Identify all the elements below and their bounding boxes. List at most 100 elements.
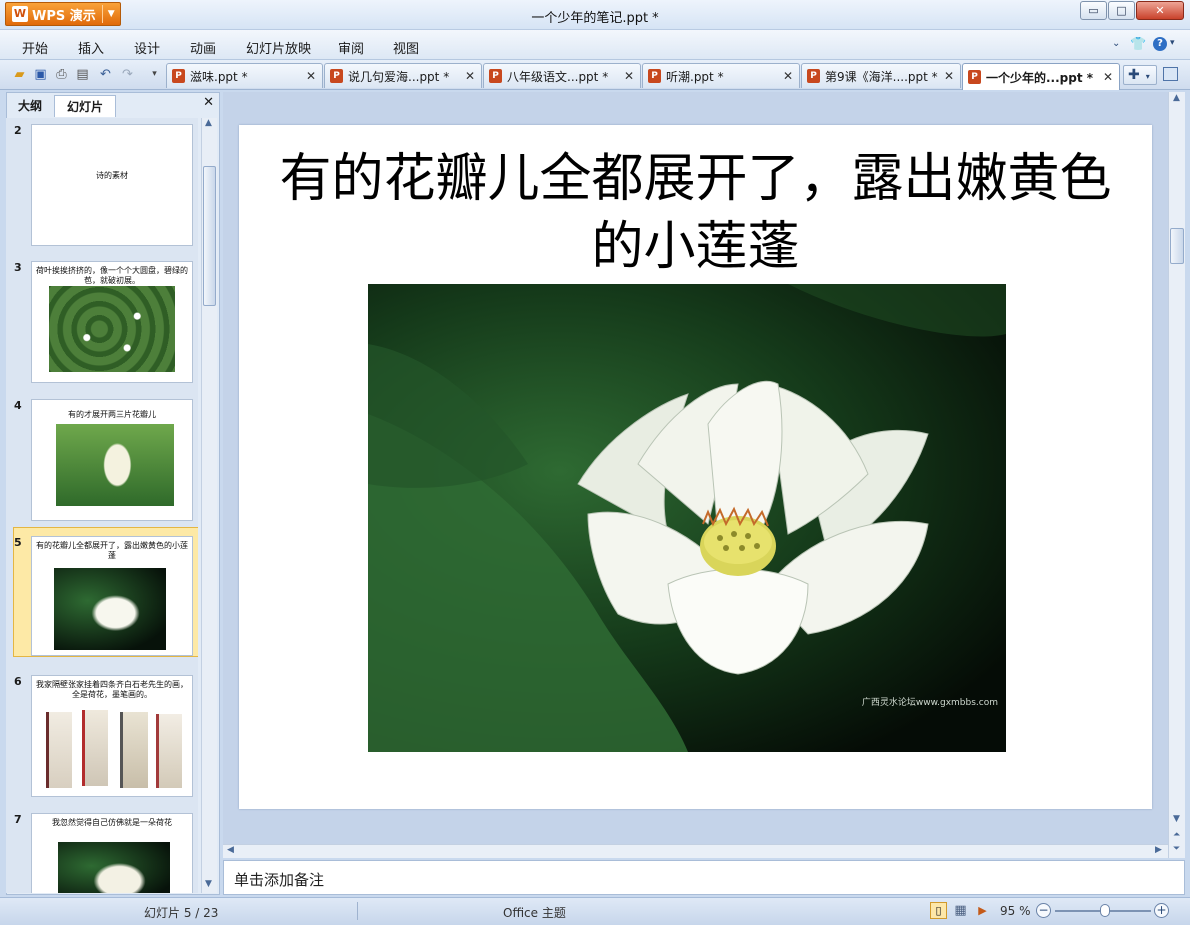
- editor-vertical-scrollbar[interactable]: ▲ ▼ ⏶ ⏷: [1168, 92, 1185, 858]
- thumbnail-card: 有的花瓣儿全都展开了，露出嫩黄色的小莲蓬: [31, 536, 193, 656]
- menu-slideshow[interactable]: 幻灯片放映: [246, 38, 311, 57]
- lotus-pond-image: [49, 286, 175, 372]
- help-icon[interactable]: ?: [1153, 37, 1167, 51]
- print-icon[interactable]: ⎙: [53, 66, 70, 83]
- thumbnail-card: 荷叶挨挨挤挤的，像一个个大圆盘，碧绿的苞，就破初展。: [31, 261, 193, 383]
- print-preview-icon[interactable]: ▤: [74, 66, 91, 83]
- maximize-button[interactable]: □: [1108, 1, 1135, 20]
- scroll-down-icon[interactable]: ▼: [1173, 814, 1180, 824]
- doc-tab[interactable]: P 八年级语文...ppt * ✕: [483, 63, 641, 88]
- slide-number: 3: [14, 261, 22, 274]
- doc-tab[interactable]: P 听潮.ppt * ✕: [642, 63, 800, 88]
- quick-access-toolbar: ▰ ▣ ⎙ ▤ ↶ ↷ ▾ P 滋味.ppt * ✕ P 说几句爱海...ppt…: [0, 60, 1190, 90]
- thumbnail-text: 我忽然觉得自己仿佛就是一朵荷花: [52, 818, 172, 827]
- thumbnail-text: 诗的素材: [96, 171, 128, 180]
- zoom-out-button[interactable]: −: [1036, 903, 1051, 918]
- doc-tab-label: 听潮.ppt *: [666, 69, 724, 84]
- zoom-in-button[interactable]: +: [1154, 903, 1169, 918]
- slide-thumbnail[interactable]: 3 荷叶挨挨挤挤的，像一个个大圆盘，碧绿的苞，就破初展。: [6, 256, 198, 386]
- slide-thumbnail[interactable]: 4 有的才展开两三片花瓣儿: [6, 394, 198, 524]
- thumbnail-text: 有的才展开两三片花瓣儿: [68, 410, 156, 419]
- scroll-left-icon[interactable]: ◀: [227, 845, 234, 855]
- slide-canvas[interactable]: 有的花瓣儿全都展开了，露出嫩黄色的小莲蓬 广西灵水论坛www.gxmbbs.co…: [239, 125, 1152, 809]
- slide-thumbnail[interactable]: 6 我家隔壁张家挂着四条齐白石老先生的画，全是荷花，墨笔画的。: [6, 670, 198, 800]
- close-tab-icon[interactable]: ✕: [624, 69, 634, 83]
- thumbnail-card: 我家隔壁张家挂着四条齐白石老先生的画，全是荷花，墨笔画的。: [31, 675, 193, 797]
- skin-shirt-icon[interactable]: 👕: [1130, 37, 1146, 52]
- normal-view-icon[interactable]: ▯: [930, 902, 947, 919]
- thumbnail-card: 诗的素材: [31, 124, 193, 246]
- thumbnail-scrollbar[interactable]: ▲ ▼: [201, 118, 217, 893]
- slide-sorter-icon[interactable]: ▦: [952, 902, 969, 919]
- painting-scroll-image: [156, 714, 182, 788]
- slide-thumbnail[interactable]: 7 我忽然觉得自己仿佛就是一朵荷花: [6, 808, 198, 893]
- tab-list-icon[interactable]: [1163, 67, 1178, 81]
- doc-tab[interactable]: P 第9课《海洋....ppt * ✕: [801, 63, 961, 88]
- previous-slide-icon[interactable]: ⏶: [1173, 830, 1180, 840]
- tab-outline[interactable]: 大纲: [8, 95, 52, 117]
- painting-scroll-image: [82, 710, 108, 786]
- menu-design[interactable]: 设计: [134, 38, 160, 57]
- slide-title[interactable]: 有的花瓣儿全都展开了，露出嫩黄色的小莲蓬: [269, 145, 1122, 281]
- slideshow-play-icon[interactable]: ▶: [974, 902, 991, 919]
- zoom-slider-thumb[interactable]: [1099, 904, 1110, 917]
- notes-placeholder: 单击添加备注: [234, 871, 325, 889]
- open-folder-icon[interactable]: ▰: [11, 66, 28, 83]
- ppt-file-icon: P: [330, 69, 343, 83]
- menu-insert[interactable]: 插入: [78, 38, 104, 57]
- ppt-file-icon: P: [807, 69, 820, 83]
- lotus-flower-image: [58, 842, 170, 893]
- painting-scroll-image: [120, 712, 148, 788]
- scroll-down-icon[interactable]: ▼: [205, 879, 212, 889]
- status-bar: 幻灯片 5 / 23 Office 主题 ▯ ▦ ▶ 95 % − +: [0, 897, 1190, 925]
- slide-number: 6: [14, 675, 22, 688]
- editor-horizontal-scrollbar[interactable]: ◀ ▶: [223, 844, 1168, 858]
- close-window-button[interactable]: ✕: [1136, 1, 1184, 20]
- undo-icon[interactable]: ↶: [97, 66, 114, 83]
- lotus-photo[interactable]: 广西灵水论坛www.gxmbbs.com: [368, 284, 1006, 752]
- customize-toolbar-icon[interactable]: ▾: [146, 66, 163, 83]
- scroll-thumb[interactable]: [1170, 228, 1184, 264]
- slide-thumbnail[interactable]: 2 诗的素材: [6, 118, 198, 248]
- thumbnail-text: 有的花瓣儿全都展开了，露出嫩黄色的小莲蓬: [36, 541, 188, 560]
- tab-slides[interactable]: 幻灯片: [54, 95, 116, 117]
- window-title: 一个少年的笔记.ppt *: [531, 11, 659, 26]
- collapse-ribbon-icon[interactable]: ⌄: [1112, 38, 1120, 49]
- slide-thumbnail-selected[interactable]: 5 有的花瓣儿全都展开了，露出嫩黄色的小莲蓬: [6, 527, 198, 664]
- new-tab-button[interactable]: ✚ ▾: [1123, 65, 1157, 85]
- menu-review[interactable]: 审阅: [338, 38, 364, 57]
- close-tab-icon[interactable]: ✕: [783, 69, 793, 83]
- help-dropdown-icon[interactable]: ▾: [1170, 38, 1175, 48]
- scroll-thumb[interactable]: [203, 166, 216, 306]
- lotus-bud-image: [56, 424, 174, 506]
- menu-bar: 开始 插入 设计 动画 幻灯片放映 审阅 视图 ⌄ 👕 ? ▾: [0, 30, 1190, 60]
- painting-scroll-image: [46, 712, 72, 788]
- doc-tab[interactable]: P 滋味.ppt * ✕: [166, 63, 323, 88]
- thumbnail-card: 有的才展开两三片花瓣儿: [31, 399, 193, 521]
- close-tab-icon[interactable]: ✕: [1103, 70, 1113, 84]
- thumbnail-card: 我忽然觉得自己仿佛就是一朵荷花: [31, 813, 193, 893]
- slide-number: 7: [14, 813, 22, 826]
- scroll-up-icon[interactable]: ▲: [205, 118, 212, 128]
- doc-tab-active[interactable]: P 一个少年的...ppt * ✕: [962, 63, 1120, 90]
- menu-view[interactable]: 视图: [393, 38, 419, 57]
- close-tab-icon[interactable]: ✕: [944, 69, 954, 83]
- save-icon[interactable]: ▣: [32, 66, 49, 83]
- scroll-up-icon[interactable]: ▲: [1173, 93, 1180, 103]
- close-panel-icon[interactable]: ✕: [203, 95, 214, 110]
- menu-home[interactable]: 开始: [22, 38, 48, 57]
- redo-icon[interactable]: ↷: [119, 66, 136, 83]
- next-slide-icon[interactable]: ⏷: [1173, 844, 1180, 854]
- close-tab-icon[interactable]: ✕: [465, 69, 475, 83]
- close-tab-icon[interactable]: ✕: [306, 69, 316, 83]
- minimize-button[interactable]: ▭: [1080, 1, 1107, 20]
- slide-number: 4: [14, 399, 22, 412]
- theme-name: Office 主题: [503, 906, 566, 920]
- menu-animation[interactable]: 动画: [190, 38, 216, 57]
- ppt-file-icon: P: [648, 69, 661, 83]
- doc-tab[interactable]: P 说几句爱海...ppt * ✕: [324, 63, 482, 88]
- notes-pane[interactable]: 单击添加备注: [223, 860, 1185, 895]
- slide-thumbnail-list: 2 诗的素材 3 荷叶挨挨挤挤的，像一个个大圆盘，碧绿的苞，就破初展。 4 有的…: [6, 118, 198, 893]
- ppt-file-icon: P: [172, 69, 185, 83]
- scroll-right-icon[interactable]: ▶: [1155, 845, 1162, 855]
